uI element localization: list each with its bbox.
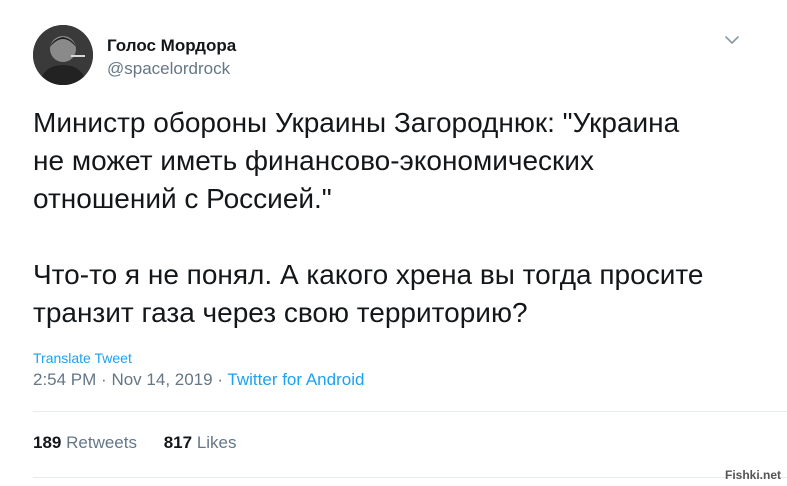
- avatar[interactable]: [33, 25, 93, 85]
- tweet-text: Министр обороны Украины Загороднюк: "Укр…: [33, 104, 773, 332]
- tweet-card: Голос Мордора @spacelordrock Министр обо…: [0, 0, 787, 486]
- likes-stat[interactable]: 817 Likes: [164, 433, 237, 453]
- tweet-source-link[interactable]: Twitter for Android: [227, 370, 364, 389]
- likes-count: 817: [163, 433, 193, 452]
- tweet-stats: 189 Retweets 817 Likes: [33, 433, 259, 453]
- tweet-metadata: 2:54 PM · Nov 14, 2019 · Twitter for And…: [33, 370, 364, 390]
- watermark: Fishki.net: [724, 468, 781, 482]
- likes-label: Likes: [196, 433, 237, 452]
- tweet-time[interactable]: 2:54 PM: [33, 370, 96, 389]
- tweet-date[interactable]: Nov 14, 2019: [111, 370, 212, 389]
- author-handle[interactable]: @spacelordrock: [107, 59, 230, 79]
- meta-separator: ·: [101, 370, 107, 389]
- translate-tweet-link[interactable]: Translate Tweet: [33, 350, 132, 366]
- divider: [33, 477, 787, 478]
- meta-separator: ·: [217, 370, 223, 389]
- divider: [33, 411, 787, 412]
- avatar-image: [33, 25, 93, 85]
- tweet-paragraph: Министр обороны Украины Загороднюк: "Укр…: [33, 107, 680, 214]
- tweet-paragraph: Что-то я не понял. А какого хрена вы тог…: [33, 259, 704, 328]
- author-name[interactable]: Голос Мордора: [107, 36, 236, 56]
- retweets-stat[interactable]: 189 Retweets: [33, 433, 137, 453]
- retweets-label: Retweets: [66, 433, 137, 452]
- chevron-down-icon[interactable]: [720, 30, 744, 50]
- retweets-count: 189: [33, 433, 62, 452]
